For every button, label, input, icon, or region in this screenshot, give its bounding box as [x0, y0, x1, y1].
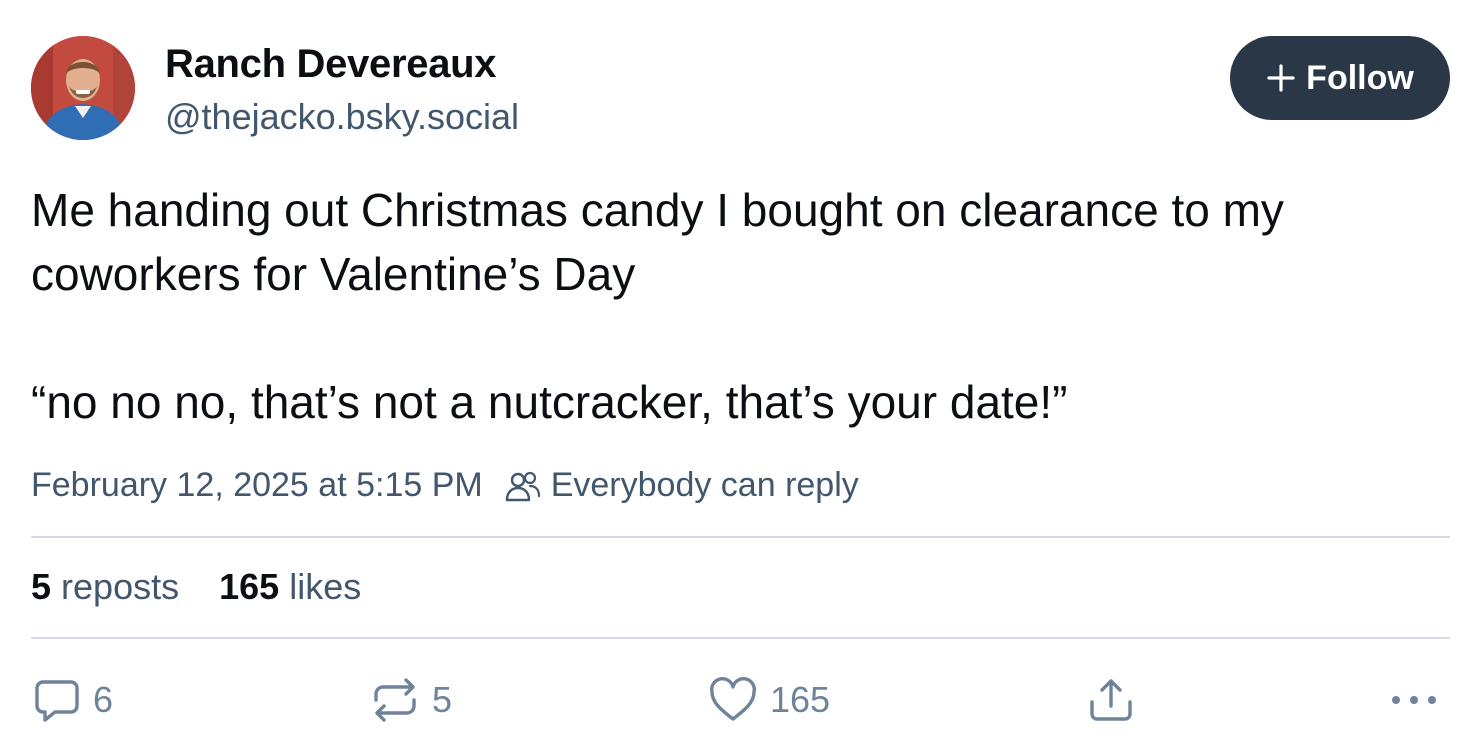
reply-setting-label: Everybody can reply: [550, 466, 859, 504]
plus-icon: [1267, 64, 1295, 92]
reply-setting[interactable]: Everybody can reply: [505, 466, 859, 505]
post-line: coworkers for Valentine’s Day: [31, 248, 636, 300]
post-timestamp[interactable]: February 12, 2025 at 5:15 PM: [31, 466, 483, 505]
share-button[interactable]: [1086, 676, 1136, 724]
repost-icon: [374, 678, 416, 722]
more-dots-icon: [1392, 696, 1436, 704]
people-icon: [505, 471, 540, 501]
likes-stat[interactable]: 165 likes: [219, 566, 361, 608]
like-count: 165: [770, 679, 831, 720]
post-line: Me handing out Christmas candy I bought …: [31, 184, 1284, 236]
heart-icon: [710, 677, 756, 721]
reply-count: 6: [93, 679, 114, 720]
author-handle[interactable]: @thejacko.bsky.social: [165, 96, 519, 138]
engagement-stats: 5 reposts 165 likes: [31, 566, 361, 608]
post-body: Me handing out Christmas candy I bought …: [31, 178, 1456, 434]
reposts-count: 5: [31, 566, 52, 607]
like-button[interactable]: 165: [708, 676, 830, 724]
reposts-stat[interactable]: 5 reposts: [31, 566, 179, 608]
author-avatar[interactable]: [31, 36, 135, 140]
post-line: “no no no, that’s not a nutcracker, that…: [31, 376, 1068, 428]
reposts-label: reposts: [61, 566, 180, 607]
more-options-button[interactable]: [1390, 676, 1438, 724]
likes-label: likes: [289, 566, 362, 607]
share-icon: [1090, 679, 1132, 721]
repost-count: 5: [432, 679, 453, 720]
comment-icon: [35, 680, 79, 722]
reply-button[interactable]: 6: [33, 676, 113, 724]
follow-label: Follow: [1306, 58, 1414, 97]
author-display-name[interactable]: Ranch Devereaux: [165, 42, 497, 87]
likes-count: 165: [219, 566, 280, 607]
divider: [31, 637, 1450, 639]
post-meta: February 12, 2025 at 5:15 PM Everybody c…: [31, 466, 859, 505]
repost-button[interactable]: 5: [370, 676, 452, 724]
follow-button[interactable]: Follow: [1230, 36, 1450, 120]
divider: [31, 536, 1450, 538]
avatar-photo: [31, 36, 135, 140]
